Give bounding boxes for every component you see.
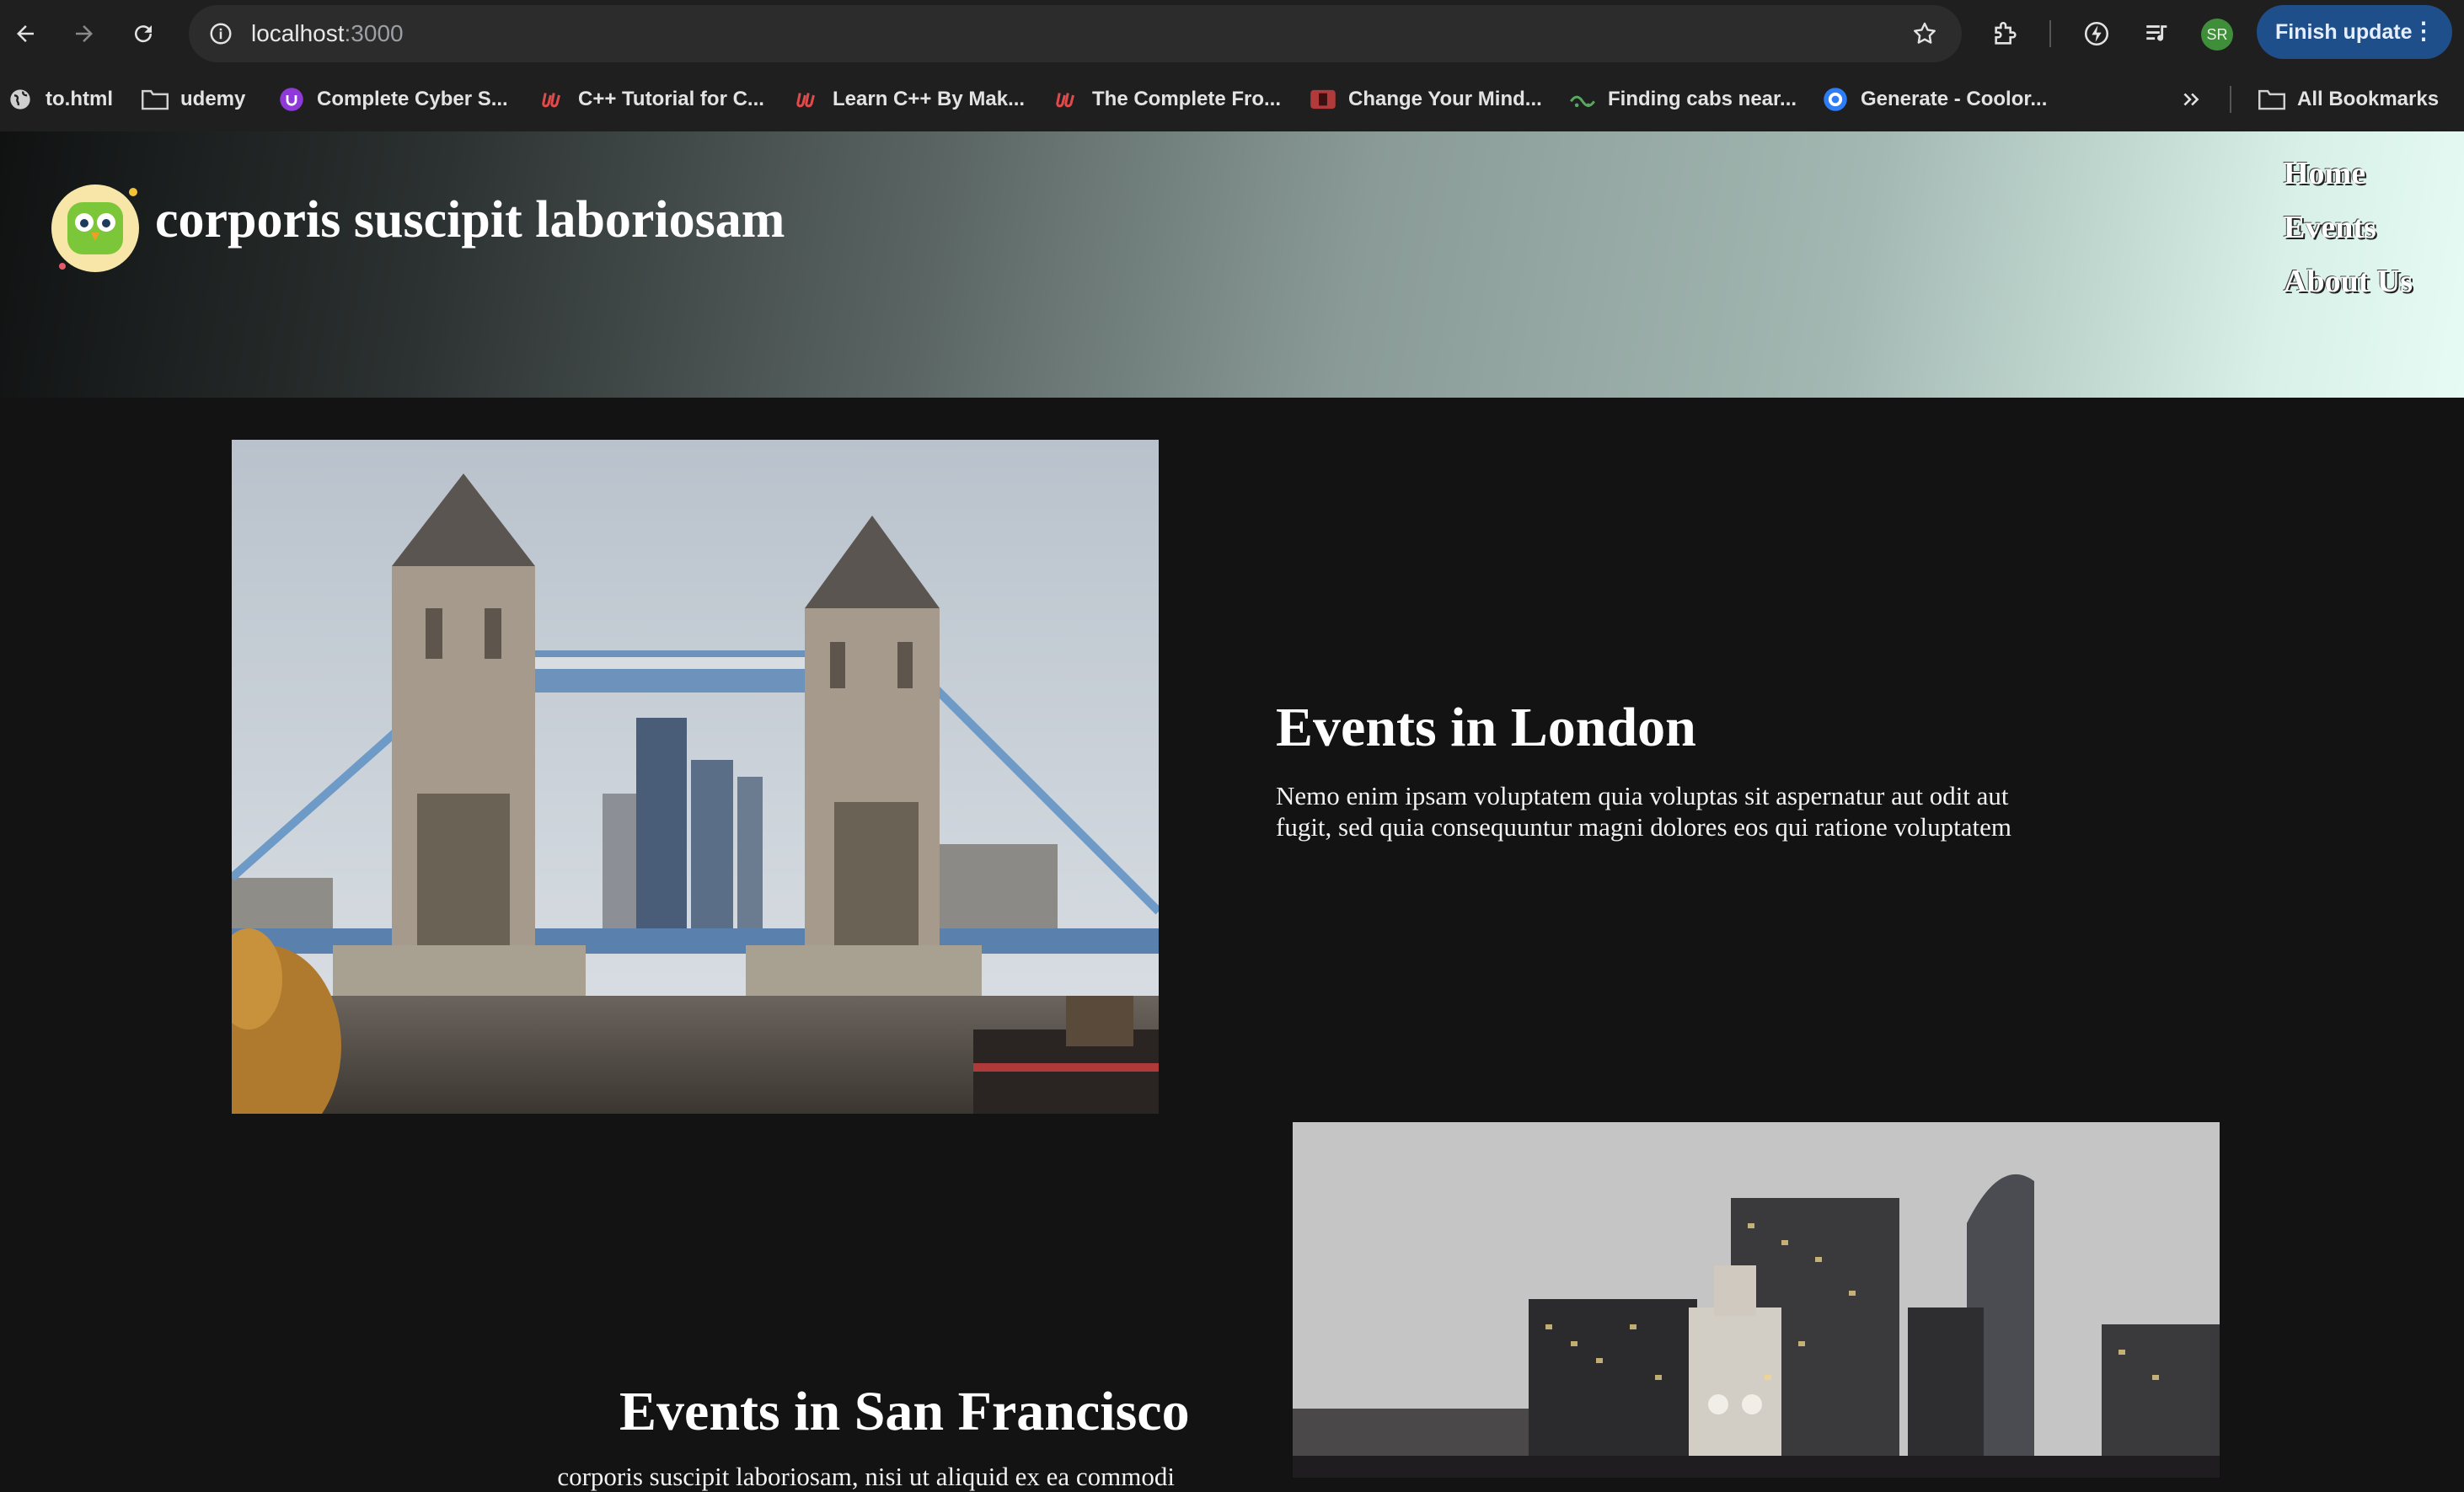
nav-link-home[interactable]: Home (2284, 155, 2365, 192)
reload-button[interactable] (123, 13, 163, 54)
url-text[interactable]: localhost:3000 (251, 5, 404, 62)
event-description-san-francisco: corporis suscipit laboriosam, nisi ut al… (557, 1462, 1175, 1491)
tower-bridge-photo (232, 440, 1159, 1114)
bookmark-item[interactable]: Change Your Mind... (1310, 67, 1542, 131)
bookmark-label: Change Your Mind... (1348, 88, 1542, 110)
folder-icon (142, 86, 169, 113)
event-title-london: Events in London (1276, 697, 1696, 758)
owl-logo-icon[interactable] (49, 182, 142, 275)
coolors-icon (1822, 86, 1849, 113)
globe-icon (7, 86, 34, 113)
performance-icon[interactable] (2078, 15, 2115, 52)
chevron-double-right-icon (2177, 86, 2204, 113)
nav-link-about-us[interactable]: About Us (2284, 263, 2413, 300)
bookmark-item[interactable]: Complete Cyber S... (278, 67, 508, 131)
bookmark-item[interactable]: to.html (7, 67, 113, 131)
browser-toolbar: localhost:3000 SR Finish update ⋮ (0, 0, 2464, 67)
bookmark-label: udemy (180, 88, 246, 110)
bookmark-item[interactable]: Generate - Coolor... (1822, 67, 2047, 131)
udemy-u-icon (794, 86, 821, 113)
bookmarks-bar: to.html udemy Complete Cyber S... C++ Tu… (0, 67, 2464, 133)
bookmark-label: Generate - Coolor... (1861, 88, 2048, 110)
nav-link-events[interactable]: Events (2284, 209, 2376, 246)
event-title-san-francisco: Events in San Francisco (619, 1381, 1190, 1442)
site-info-icon[interactable] (204, 17, 238, 51)
url-port: :3000 (344, 20, 404, 46)
bookmark-label: Complete Cyber S... (317, 88, 508, 110)
bookmark-item[interactable]: Finding cabs near... (1569, 67, 1797, 131)
video-icon (1310, 86, 1336, 113)
site-header: corporis suscipit laboriosam Home Events… (0, 131, 2464, 398)
back-button[interactable] (5, 13, 46, 54)
udemy-u-icon (539, 86, 566, 113)
bookmark-label: C++ Tutorial for C... (578, 88, 764, 110)
more-menu-icon[interactable]: ⋮ (2412, 19, 2435, 44)
toolbar-divider (2049, 20, 2051, 47)
bookmark-label: The Complete Fro... (1092, 88, 1282, 110)
bookmark-label: to.html (46, 88, 113, 110)
all-bookmarks-label: All Bookmarks (2297, 88, 2440, 110)
bookmark-label: Finding cabs near... (1608, 88, 1797, 110)
media-controls-icon[interactable] (2139, 15, 2176, 52)
bookmark-item[interactable]: Learn C++ By Mak... (794, 67, 1025, 131)
bookmarks-overflow-button[interactable] (2177, 67, 2216, 131)
forward-button[interactable] (64, 13, 104, 54)
address-bar[interactable]: localhost:3000 (189, 5, 1962, 62)
folder-icon (2258, 86, 2285, 113)
extensions-icon[interactable] (1987, 15, 2024, 52)
arrow-right-icon (76, 25, 93, 42)
arrow-left-icon (17, 25, 34, 42)
reload-icon (135, 25, 153, 43)
all-bookmarks-button[interactable]: All Bookmarks (2258, 67, 2439, 131)
url-host: localhost (251, 20, 345, 46)
site-brand-title[interactable]: corporis suscipit laboriosam (155, 190, 785, 250)
bookmark-item[interactable]: The Complete Fro... (1053, 67, 1281, 131)
udemy-icon (278, 86, 305, 113)
bookmarks-divider (2230, 86, 2231, 113)
san-francisco-skyline-photo (1293, 1122, 2220, 1478)
bookmark-item[interactable]: C++ Tutorial for C... (539, 67, 764, 131)
profile-avatar[interactable]: SR (2201, 19, 2233, 51)
cab-icon (1569, 86, 1596, 113)
udemy-u-icon (1053, 86, 1080, 113)
event-description-london: Nemo enim ipsam voluptatem quia voluptas… (1276, 781, 2011, 842)
bookmark-star-icon[interactable] (1908, 17, 1942, 51)
finish-update-label: Finish update (2275, 19, 2413, 44)
finish-update-button[interactable]: Finish update ⋮ (2257, 5, 2452, 59)
bookmark-label: Learn C++ By Mak... (833, 88, 1026, 110)
bookmark-folder[interactable]: udemy (142, 67, 245, 131)
